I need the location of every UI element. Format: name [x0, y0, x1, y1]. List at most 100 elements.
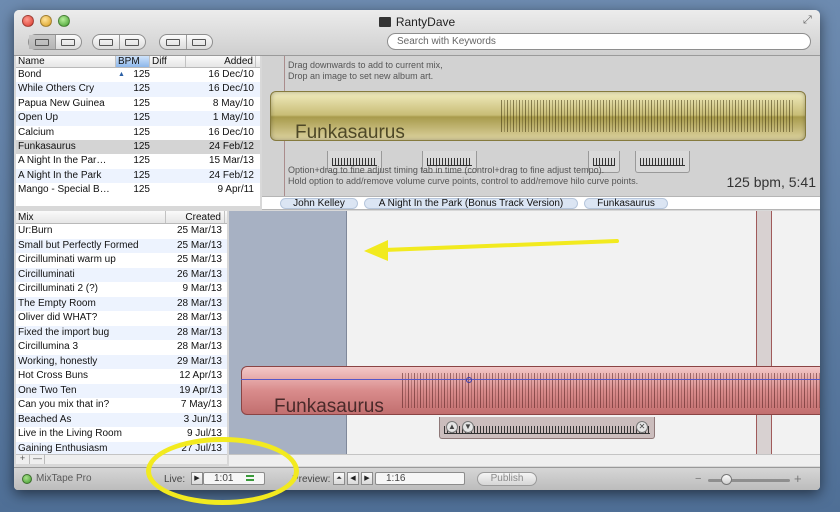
- col-mix-header[interactable]: Mix: [16, 211, 166, 223]
- list-item[interactable]: Small but Perfectly Formed 25 Mar/13: [16, 238, 227, 253]
- track-added-cell: 15 Mar/13: [208, 155, 254, 167]
- mix-timeline[interactable]: Funkasaurus ▲ ▼ ✕: [229, 211, 820, 466]
- preview-start-button[interactable]: ⏶: [333, 472, 345, 485]
- mix-created-cell: 3 Jun/13: [183, 413, 222, 425]
- list-item[interactable]: One Two Ten 19 Apr/13: [16, 383, 227, 398]
- annotation-arrow: [364, 239, 619, 261]
- track-added-cell: 24 Feb/12: [208, 169, 254, 181]
- track-bpm-cell: 125: [133, 140, 150, 152]
- fullscreen-icon[interactable]: ⤢: [803, 15, 814, 26]
- table-row[interactable]: Calcium 125 16 Dec/10: [16, 126, 260, 140]
- layout-left-button[interactable]: [93, 35, 120, 49]
- title-bar: RantyDave ⤢ Search with Keywords: [14, 10, 820, 56]
- timing-tab[interactable]: [635, 151, 690, 173]
- mix-created-cell: 7 May/13: [180, 399, 222, 410]
- publish-button[interactable]: Publish: [477, 472, 537, 486]
- list-item[interactable]: Oliver did WHAT? 28 Mar/13: [16, 311, 227, 326]
- track-added-cell: 9 Apr/11: [217, 184, 254, 196]
- track-waveform-title: Funkasaurus: [295, 122, 405, 143]
- view-right-button[interactable]: [56, 35, 82, 49]
- timeline-scrollbar[interactable]: [229, 454, 820, 466]
- list-item[interactable]: Fixed the import bug 28 Mar/13: [16, 325, 227, 340]
- track-diff-cell: [150, 154, 186, 168]
- tracks-table: Name BPM ▲ Diff Added Bond 125 16 Dec/10 Wh…: [16, 56, 260, 206]
- mix-created-cell: 25 Mar/13: [176, 239, 222, 251]
- preview-back-button[interactable]: ◀: [347, 472, 359, 485]
- status-bar: MixTape Pro Live: ▶ 1:01 Preview: ⏶ ◀ ▶ …: [14, 467, 820, 490]
- mix-name-cell: Circilluminati 2 (?): [18, 283, 99, 294]
- table-row[interactable]: While Others Cry 125 16 Dec/10: [16, 82, 260, 97]
- arrange-right-button[interactable]: [187, 35, 213, 49]
- mix-timing-tab[interactable]: ▲ ▼ ✕: [439, 417, 655, 439]
- volume-curve-point[interactable]: [466, 377, 472, 383]
- zoom-slider-knob[interactable]: [721, 474, 733, 485]
- layout-segmented-control: [92, 34, 146, 50]
- list-item[interactable]: The Empty Room 28 Mar/13: [16, 296, 227, 311]
- mix-clip-title: Funkasaurus: [274, 396, 384, 417]
- preview-time-display: 1:16: [375, 472, 465, 485]
- search-input[interactable]: Search with Keywords: [387, 33, 811, 50]
- table-row[interactable]: A Night In the Park 125 24 Feb/12: [16, 168, 260, 184]
- mix-name-cell: Ur:Burn: [18, 225, 53, 236]
- remove-mix-button[interactable]: —: [31, 454, 45, 464]
- view-left-button[interactable]: [29, 35, 56, 49]
- mix-name-cell: Working, honestly: [18, 355, 98, 367]
- list-item[interactable]: Circilluminati 2 (?) 9 Mar/13: [16, 282, 227, 297]
- table-row[interactable]: Mango - Special B… 125 9 Apr/11: [16, 183, 260, 197]
- layout-right-button[interactable]: [120, 35, 146, 49]
- crumb-album[interactable]: A Night In the Park (Bonus Track Version…: [364, 198, 578, 209]
- mix-created-cell: 19 Apr/13: [179, 384, 222, 396]
- view-segmented-control: [28, 34, 82, 50]
- track-diff-cell: [150, 169, 186, 183]
- panel-right-icon: [125, 38, 140, 46]
- table-row[interactable]: Open Up 125 1 May/10: [16, 111, 260, 126]
- track-name-cell: Papua New Guinea: [18, 97, 105, 109]
- col-created-header[interactable]: Created: [166, 211, 225, 223]
- list-item[interactable]: Hot Cross Buns 12 Apr/13: [16, 369, 227, 384]
- track-name-cell: Mango - Special B…: [18, 184, 110, 196]
- mix-name-cell: Small but Perfectly Formed: [18, 239, 139, 251]
- mix-created-cell: 28 Mar/13: [176, 341, 222, 352]
- track-diff-cell: [150, 111, 186, 125]
- preview-play-button[interactable]: ▶: [361, 472, 373, 485]
- arrange-segmented-control: [159, 34, 213, 50]
- clapperboard-icon: [378, 17, 391, 27]
- add-mix-button[interactable]: +: [16, 454, 30, 464]
- volume-curve[interactable]: [241, 379, 820, 380]
- track-name-cell: A Night In the Par…: [18, 155, 107, 167]
- app-status-icon: [22, 474, 32, 484]
- col-name-header[interactable]: Name: [16, 56, 116, 67]
- list-item[interactable]: Ur:Burn 25 Mar/13: [16, 224, 227, 239]
- list-item[interactable]: Circillumina 3 28 Mar/13: [16, 340, 227, 355]
- list-item[interactable]: Can you mix that in? 7 May/13: [16, 398, 227, 413]
- mix-created-cell: 29 Mar/13: [176, 355, 222, 367]
- col-added-header[interactable]: Added: [186, 56, 256, 67]
- list-item[interactable]: Beached As 3 Jun/13: [16, 412, 227, 427]
- arrange-left-button[interactable]: [160, 35, 187, 49]
- playhead-marker[interactable]: [756, 211, 772, 466]
- crumb-track[interactable]: Funkasaurus: [584, 198, 668, 209]
- nudge-up-icon[interactable]: ▲: [446, 421, 458, 433]
- table-row[interactable]: A Night In the Par… 125 15 Mar/13: [16, 154, 260, 168]
- track-added-cell: 16 Dec/10: [208, 126, 254, 138]
- tracks-body: Bond 125 16 Dec/10 While Others Cry 125 16 De…: [16, 68, 260, 198]
- table-row[interactable]: Funkasaurus 125 24 Feb/12: [16, 139, 260, 155]
- arrange-merge-icon: [192, 38, 207, 46]
- table-row[interactable]: Papua New Guinea 125 8 May/10: [16, 97, 260, 111]
- zoom-out-icon[interactable]: −: [695, 473, 701, 485]
- table-row[interactable]: Bond 125 16 Dec/10: [16, 68, 260, 82]
- col-bpm-header[interactable]: BPM ▲: [116, 56, 150, 78]
- nudge-down-icon[interactable]: ▼: [462, 421, 474, 433]
- track-diff-cell: [150, 97, 186, 111]
- remove-clip-icon[interactable]: ✕: [636, 421, 648, 433]
- split-view-icon: [61, 38, 76, 46]
- zoom-in-icon[interactable]: +: [794, 471, 802, 486]
- track-added-cell: 8 May/10: [212, 97, 254, 109]
- mix-name-cell: Circilluminati: [18, 268, 75, 280]
- list-item[interactable]: Circilluminati 26 Mar/13: [16, 267, 227, 282]
- list-item[interactable]: Working, honestly 29 Mar/13: [16, 354, 227, 369]
- crumb-artist[interactable]: John Kelley: [280, 198, 358, 209]
- col-diff-header[interactable]: Diff: [150, 56, 186, 67]
- list-item[interactable]: Circilluminati warm up 25 Mar/13: [16, 253, 227, 268]
- track-diff-cell: [150, 68, 186, 82]
